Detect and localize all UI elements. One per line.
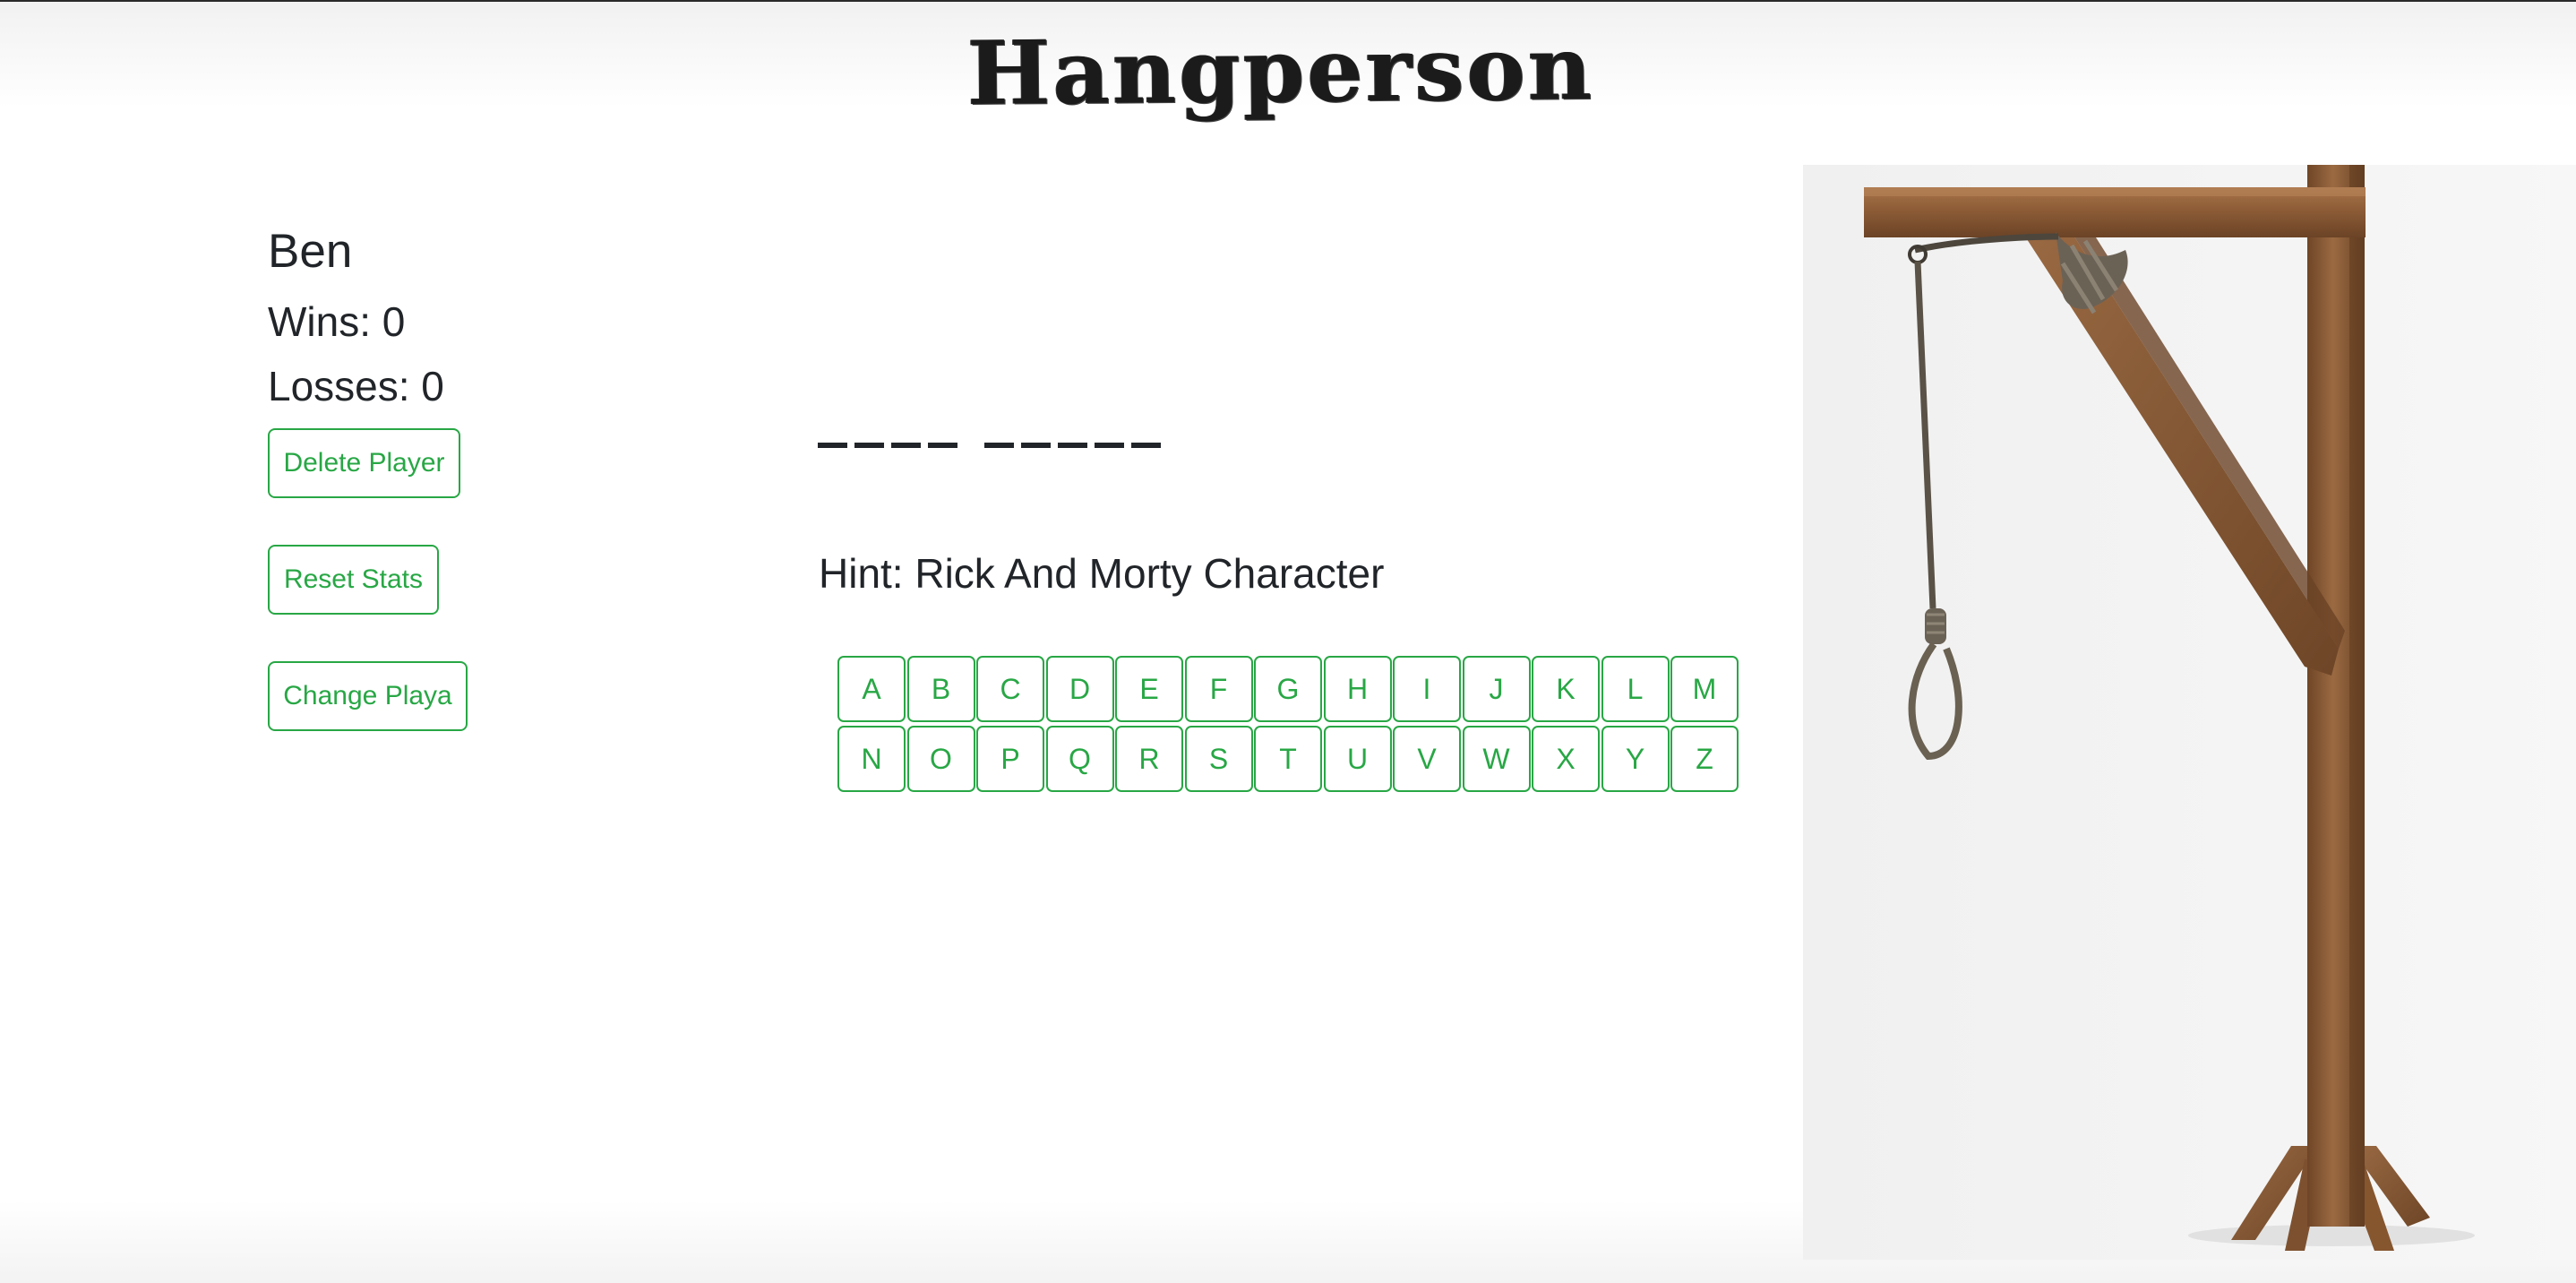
letter-blank xyxy=(891,443,921,448)
letter-key-h[interactable]: H xyxy=(1323,656,1392,722)
hint-text: Hint: Rick And Morty Character xyxy=(819,550,1385,597)
word-group xyxy=(984,443,1161,448)
letter-blank xyxy=(1058,443,1087,448)
letter-key-d[interactable]: D xyxy=(1045,656,1114,722)
letter-blank xyxy=(854,443,884,448)
losses-stat: Losses: 0 xyxy=(268,363,444,409)
letter-blank xyxy=(818,443,847,448)
letter-key-e[interactable]: E xyxy=(1115,656,1183,722)
letter-key-u[interactable]: U xyxy=(1323,726,1392,792)
letter-blank xyxy=(984,443,1014,448)
letter-key-y[interactable]: Y xyxy=(1601,726,1670,792)
page-title: Hangperson xyxy=(966,16,1595,126)
letter-key-c[interactable]: C xyxy=(976,656,1044,722)
letter-key-k[interactable]: K xyxy=(1532,656,1600,722)
gallows-image xyxy=(1803,165,2576,1260)
letter-key-j[interactable]: J xyxy=(1462,656,1531,722)
word-group xyxy=(818,443,957,448)
letter-key-v[interactable]: V xyxy=(1393,726,1461,792)
game-page: Hangperson Ben Wins: 0 Losses: 0 Delete … xyxy=(0,0,2576,1283)
player-name: Ben xyxy=(268,225,353,278)
letter-key-w[interactable]: W xyxy=(1462,726,1531,792)
change-player-button[interactable]: Change Playa xyxy=(268,661,468,731)
window-edge xyxy=(0,0,2576,2)
letter-key-r[interactable]: R xyxy=(1115,726,1183,792)
letter-key-p[interactable]: P xyxy=(976,726,1044,792)
letter-blank xyxy=(1131,443,1161,448)
letter-key-s[interactable]: S xyxy=(1184,726,1253,792)
letter-key-a[interactable]: A xyxy=(837,656,906,722)
word-blanks xyxy=(818,443,1161,448)
letter-key-n[interactable]: N xyxy=(837,726,906,792)
letter-key-l[interactable]: L xyxy=(1601,656,1670,722)
letter-key-b[interactable]: B xyxy=(906,656,975,722)
letter-blank xyxy=(1095,443,1124,448)
letter-blank xyxy=(1021,443,1051,448)
reset-stats-button[interactable]: Reset Stats xyxy=(268,545,439,615)
letter-key-q[interactable]: Q xyxy=(1045,726,1114,792)
wins-stat: Wins: 0 xyxy=(268,298,406,345)
letter-key-z[interactable]: Z xyxy=(1670,726,1739,792)
letter-key-f[interactable]: F xyxy=(1184,656,1253,722)
gallows-icon xyxy=(1864,165,2475,1251)
letter-key-t[interactable]: T xyxy=(1254,726,1322,792)
letter-key-g[interactable]: G xyxy=(1254,656,1322,722)
letter-blank xyxy=(928,443,957,448)
letter-keyboard: ABCDEFGHIJKLM NOPQRSTUVWXYZ xyxy=(837,656,1739,792)
delete-player-button[interactable]: Delete Player xyxy=(268,428,460,498)
letter-key-i[interactable]: I xyxy=(1393,656,1461,722)
letter-key-o[interactable]: O xyxy=(906,726,975,792)
letter-key-x[interactable]: X xyxy=(1532,726,1600,792)
letter-key-m[interactable]: M xyxy=(1670,656,1739,722)
